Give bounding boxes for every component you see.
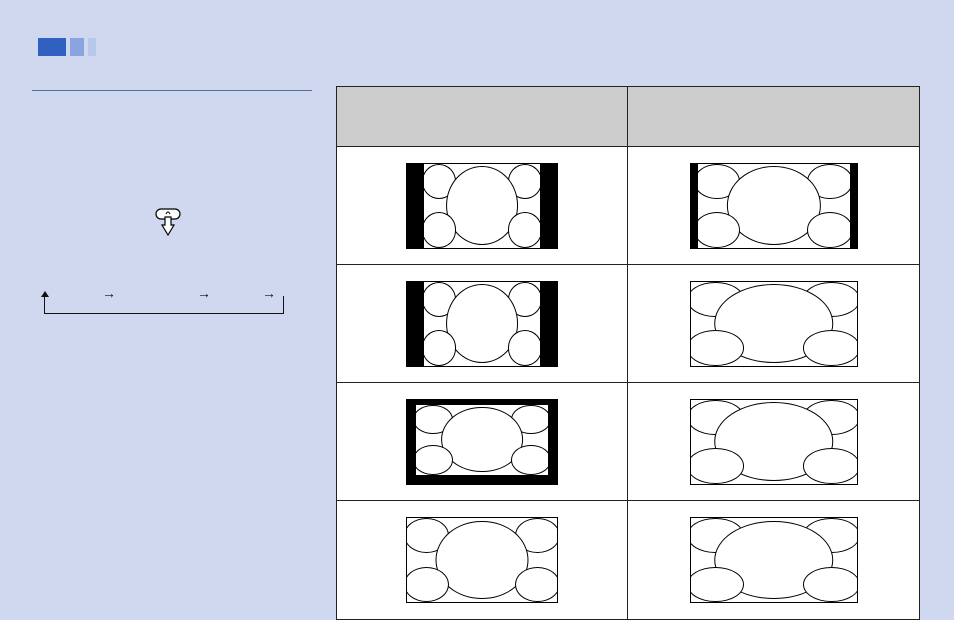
logo-bar-3 <box>88 38 96 56</box>
table-cell <box>628 383 919 501</box>
aspect-thumbnail <box>406 399 558 485</box>
section-divider <box>32 90 312 91</box>
mode-cycle-diagram: → → → <box>42 285 292 321</box>
aspect-thumbnail <box>406 281 558 367</box>
table-cell <box>337 147 628 265</box>
table-row <box>337 265 919 383</box>
logo-bar-1 <box>38 38 66 56</box>
logo-bar-2 <box>70 38 84 56</box>
table-row <box>337 383 919 501</box>
table-cell <box>628 147 919 265</box>
table-cell <box>337 501 628 619</box>
aspect-thumbnail <box>690 163 858 249</box>
logo-bars <box>38 38 96 56</box>
table-row <box>337 147 919 265</box>
press-button-icon <box>150 205 190 245</box>
aspect-thumbnail <box>690 517 858 603</box>
table-cell <box>628 501 919 619</box>
return-arrow <box>44 296 284 314</box>
column-header <box>337 87 628 147</box>
aspect-ratio-table <box>336 86 920 620</box>
aspect-thumbnail <box>406 163 558 249</box>
table-row <box>337 501 919 619</box>
column-header <box>628 87 919 147</box>
table-cell <box>628 265 919 383</box>
aspect-thumbnail <box>690 399 858 485</box>
table-cell <box>337 383 628 501</box>
table-cell <box>337 265 628 383</box>
table-header-row <box>337 87 919 147</box>
aspect-thumbnail <box>406 517 558 603</box>
aspect-thumbnail <box>690 281 858 367</box>
